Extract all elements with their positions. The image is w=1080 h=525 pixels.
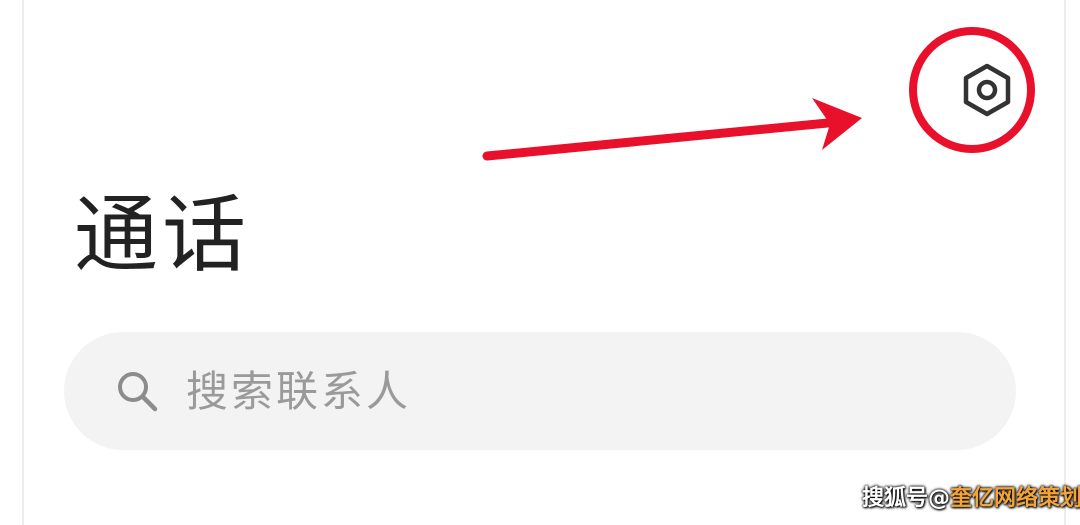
arrow-shaft — [482, 117, 843, 161]
left-edge-divider — [22, 0, 24, 525]
watermark-brand: 奎亿网络策划 — [950, 486, 1080, 511]
search-icon — [114, 368, 160, 414]
search-bar[interactable] — [64, 332, 1016, 450]
arrow-head — [812, 98, 862, 150]
page-title: 通话 — [74, 186, 251, 284]
red-highlight-circle — [909, 27, 1035, 153]
right-edge-divider — [1064, 0, 1066, 525]
watermark-prefix: 搜狐号@ — [862, 486, 951, 511]
search-contacts-input[interactable] — [186, 366, 946, 416]
phone-screen: 通话 搜狐号@奎亿网络策划 — [0, 0, 1080, 525]
watermark: 搜狐号@奎亿网络策划 — [862, 484, 1080, 514]
